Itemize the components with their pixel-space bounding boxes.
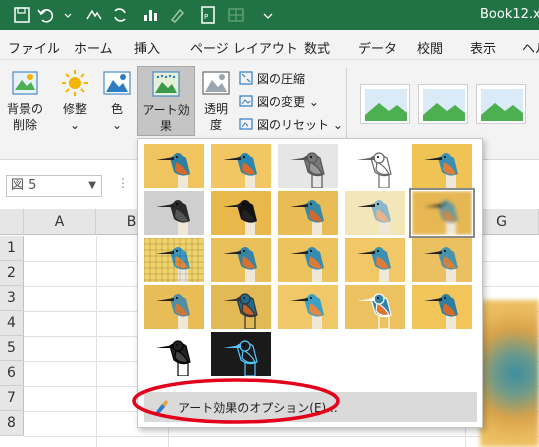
picture-style-thumb-2[interactable]: [418, 84, 468, 124]
transparency-label-2: 度: [209, 118, 222, 132]
artistic-effect-thumb[interactable]: [211, 285, 271, 329]
picture-style-thumb-3[interactable]: [476, 84, 526, 124]
remove-background-button[interactable]: 背景の 削除: [4, 68, 46, 133]
selected-picture[interactable]: [480, 300, 539, 447]
select-all-corner[interactable]: [0, 209, 24, 235]
artistic-effect-thumb[interactable]: [211, 332, 271, 376]
transparency-icon: [202, 71, 230, 95]
name-box-value: 図 5: [11, 178, 37, 193]
row-header-2[interactable]: 2: [0, 261, 24, 286]
artistic-effects-gallery: アート効果のオプション(E)...: [137, 138, 483, 428]
corrections-label: 修整: [62, 102, 87, 116]
tab-help[interactable]: ヘル: [522, 38, 539, 57]
artistic-effect-thumb[interactable]: [278, 285, 338, 329]
artistic-effect-thumb[interactable]: [144, 238, 204, 282]
artistic-effects-button[interactable]: アート効果 ⌄: [137, 66, 195, 149]
artistic-effect-thumb[interactable]: [211, 238, 271, 282]
save-icon[interactable]: [12, 5, 32, 25]
remove-background-label-1: 背景の: [6, 102, 43, 116]
artistic-effect-thumb[interactable]: [144, 285, 204, 329]
artistic-effect-thumb[interactable]: [278, 144, 338, 188]
artistic-effect-thumb[interactable]: [211, 144, 271, 188]
compress-pictures-button[interactable]: 図の圧縮: [238, 68, 305, 90]
change-picture-dropdown-icon: ⌄: [308, 95, 319, 109]
change-picture-icon: [239, 95, 253, 107]
svg-text:P: P: [204, 13, 208, 21]
artistic-effect-thumb[interactable]: [412, 238, 472, 282]
artistic-effect-thumb[interactable]: [345, 144, 405, 188]
undo-icon[interactable]: [36, 5, 56, 25]
sun-icon: [62, 70, 88, 96]
customize-qat-icon[interactable]: [258, 5, 273, 25]
paintbrush-icon: [155, 400, 168, 415]
tab-home[interactable]: ホーム: [74, 38, 113, 57]
gridline: [96, 236, 97, 447]
column-header-a[interactable]: A: [24, 209, 96, 235]
row-header-1[interactable]: 1: [0, 236, 24, 261]
change-picture-button[interactable]: 図の変更 ⌄: [238, 91, 319, 113]
tab-insert[interactable]: 挿入: [134, 38, 160, 57]
transparency-button[interactable]: 透明 度: [198, 68, 234, 133]
reset-picture-dropdown-icon: ⌄: [332, 118, 343, 132]
corrections-button[interactable]: 修整 ⌄: [56, 68, 94, 133]
compress-label: 図の圧縮: [257, 72, 306, 86]
ribbon-tabs: ファイル ホーム 挿入 ページ レイアウト 数式 データ 校閲 表示 ヘル: [0, 30, 539, 60]
undo-dropdown-icon[interactable]: [58, 5, 72, 25]
artistic-effects-icon: [152, 71, 180, 97]
row-header-5[interactable]: 5: [0, 336, 24, 361]
format-painter-icon[interactable]: [168, 5, 188, 25]
gridline: [24, 436, 539, 437]
document-title: Book12.x: [480, 7, 539, 22]
artistic-effect-thumb[interactable]: [345, 191, 405, 235]
tab-view[interactable]: 表示: [470, 38, 496, 57]
chart-icon[interactable]: [140, 5, 160, 25]
reset-picture-button[interactable]: 図のリセット ⌄: [238, 114, 343, 136]
reset-picture-label: 図のリセット: [257, 118, 330, 132]
compress-icon: [239, 71, 253, 85]
row-header-6[interactable]: 6: [0, 361, 24, 386]
formula-bar-separator: ⋮: [117, 176, 129, 190]
artistic-effect-thumb[interactable]: [144, 191, 204, 235]
row-header-4[interactable]: 4: [0, 311, 24, 336]
color-button[interactable]: 色 ⌄: [100, 68, 134, 133]
tab-data[interactable]: データ: [358, 38, 397, 57]
name-box[interactable]: 図 5 ▼: [6, 175, 102, 197]
table-icon[interactable]: [226, 5, 246, 25]
tab-review[interactable]: 校閲: [417, 38, 443, 57]
tab-page-layout[interactable]: ページ レイアウト: [190, 38, 298, 57]
remove-background-label-2: 削除: [12, 118, 37, 132]
autosave-icon[interactable]: [84, 5, 104, 25]
remove-background-icon: [12, 71, 38, 95]
artistic-effect-thumb[interactable]: [409, 188, 475, 238]
artistic-effect-thumb[interactable]: [278, 191, 338, 235]
corrections-dropdown-icon: ⌄: [69, 118, 81, 132]
row-header-7[interactable]: 7: [0, 386, 24, 411]
picture-style-thumb-1[interactable]: [360, 84, 410, 124]
tab-file[interactable]: ファイル: [8, 38, 60, 57]
color-icon: [103, 71, 131, 95]
artistic-effect-thumb[interactable]: [211, 191, 271, 235]
color-dropdown-icon: ⌄: [111, 118, 123, 132]
artistic-effect-thumb[interactable]: [345, 285, 405, 329]
name-box-dropdown-icon[interactable]: ▼: [88, 176, 96, 196]
change-picture-label: 図の変更: [257, 95, 306, 109]
artistic-effect-thumb[interactable]: [278, 238, 338, 282]
transparency-label-1: 透明: [203, 102, 228, 116]
artistic-effect-thumb[interactable]: [144, 144, 204, 188]
title-bar: P Book12.x: [0, 0, 539, 30]
reset-picture-icon: [239, 118, 253, 130]
tab-formulas[interactable]: 数式: [304, 38, 330, 57]
artistic-effects-options-label: アート効果のオプション(E)...: [178, 401, 338, 415]
color-label: 色: [110, 102, 123, 116]
row-header-8[interactable]: 8: [0, 411, 24, 436]
refresh-icon[interactable]: [110, 5, 130, 25]
artistic-effect-thumb[interactable]: [412, 285, 472, 329]
artistic-effect-thumb[interactable]: [144, 332, 204, 376]
artistic-effects-label: アート効果: [142, 103, 190, 133]
artistic-effects-options-item[interactable]: アート効果のオプション(E)...: [144, 392, 477, 422]
artistic-effect-thumb[interactable]: [412, 144, 472, 188]
artistic-effect-thumb[interactable]: [345, 238, 405, 282]
pdf-icon[interactable]: P: [198, 5, 218, 25]
row-header-3[interactable]: 3: [0, 286, 24, 311]
